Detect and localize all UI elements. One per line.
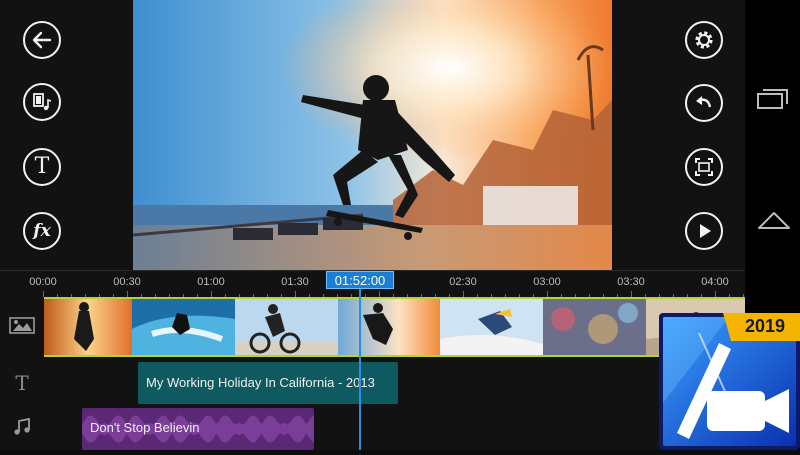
text-track-icon: T [15, 371, 29, 395]
audio-clip-label: Don't Stop Believin [90, 420, 200, 435]
home-button[interactable] [757, 210, 791, 235]
fx-button[interactable]: fx [23, 212, 61, 250]
title-button[interactable]: T [23, 148, 61, 186]
media-library-button[interactable] [23, 83, 61, 121]
video-clip-thumbnail[interactable] [44, 299, 132, 355]
play-icon [694, 221, 714, 241]
app-logo: 2019 [659, 313, 800, 450]
undo-button[interactable] [685, 84, 723, 122]
video-clip-thumbnail[interactable] [440, 299, 543, 355]
title-text-icon: T [34, 154, 50, 179]
settings-button[interactable] [685, 21, 723, 59]
fx-icon: fx [33, 221, 51, 241]
video-clip-thumbnail[interactable] [132, 299, 235, 355]
back-button[interactable] [23, 21, 61, 59]
playhead-time[interactable]: 01:52:00 [326, 271, 394, 289]
video-clip-thumbnail[interactable] [338, 299, 440, 355]
audio-track-header [0, 408, 44, 450]
ruler-time-label: 03:00 [533, 276, 561, 288]
title-clip-label: My Working Holiday In California - 2013 [146, 375, 375, 390]
preview-frame-image [133, 0, 612, 270]
arrow-left-icon [31, 29, 53, 51]
ruler-time-label: 00:30 [113, 276, 141, 288]
video-clip-icon [9, 315, 35, 340]
home-icon [757, 212, 791, 234]
gear-icon [692, 28, 716, 52]
fit-frame-button[interactable] [685, 148, 723, 186]
audio-clip[interactable]: Don't Stop Believin [82, 408, 314, 450]
media-library-icon [31, 91, 53, 113]
crop-frame-icon [693, 156, 715, 178]
music-note-icon [12, 417, 32, 442]
recent-apps-button[interactable] [757, 88, 789, 115]
playhead-line[interactable] [359, 289, 361, 450]
ruler-time-label: 01:30 [281, 276, 309, 288]
undo-icon [693, 92, 715, 114]
video-clip-thumbnail[interactable] [543, 299, 646, 355]
ruler-time-label: 01:00 [197, 276, 225, 288]
editor-app: T fx 00:00 00:30 01:00 01:30 02:30 03:00… [0, 0, 745, 450]
ruler-time-label: 00:00 [29, 276, 57, 288]
logo-year: 2019 [745, 316, 786, 336]
video-clip-thumbnail[interactable] [235, 299, 338, 355]
video-preview[interactable] [133, 0, 612, 270]
recent-apps-icon [757, 89, 789, 114]
video-track-header [0, 297, 44, 357]
ruler-time-label: 03:30 [617, 276, 645, 288]
ruler-time-label: 04:00 [701, 276, 729, 288]
play-button[interactable] [685, 212, 723, 250]
text-track-header: T [0, 362, 44, 404]
video-track[interactable] [44, 297, 745, 357]
ruler-time-label: 02:30 [449, 276, 477, 288]
